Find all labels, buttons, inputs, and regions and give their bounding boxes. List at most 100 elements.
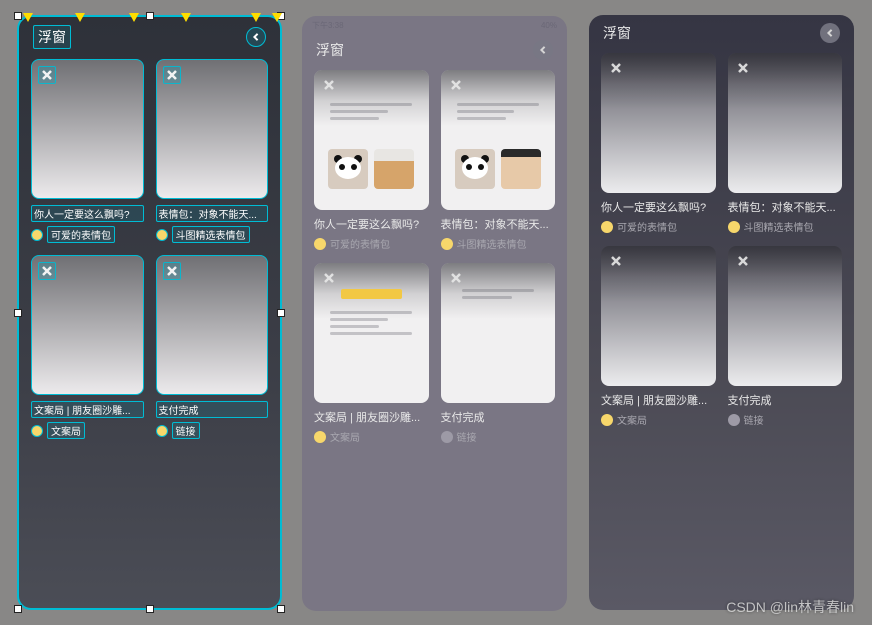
card-title: 文案局 | 朋友圈沙雕... (601, 392, 716, 408)
source-icon (31, 229, 43, 241)
card-title: 支付完成 (728, 392, 843, 408)
float-card[interactable]: 文案局 | 朋友圈沙雕... 文案局 (601, 246, 716, 427)
card-thumbnail (601, 246, 716, 386)
back-button[interactable] (246, 27, 266, 47)
selection-handle[interactable] (146, 12, 154, 20)
card-subtitle: 链接 (744, 412, 764, 427)
panel-render: 浮窗 你人一定要这么飘吗? 可爱的表情包 表情包：对象不能天... 斗图精选表情… (589, 15, 854, 610)
preview-image (455, 149, 495, 189)
card-title: 你人一定要这么飘吗? (31, 205, 144, 222)
close-button[interactable] (163, 66, 181, 84)
card-title: 你人一定要这么飘吗? (314, 216, 429, 232)
panel-mockup: 下午3:38 40% 浮窗 你人一定要这么飘吗? 可爱的表情包 (302, 16, 567, 611)
selection-handle[interactable] (14, 309, 22, 317)
selection-handle[interactable] (14, 12, 22, 20)
spec-marker (23, 13, 33, 22)
card-thumbnail (314, 70, 429, 210)
status-time: 下午3:38 (312, 20, 344, 31)
source-icon (601, 414, 613, 426)
close-icon (451, 273, 461, 283)
card-grid: 你人一定要这么飘吗? 可爱的表情包 表情包：对象不能天... 斗图精选表情包 文… (589, 53, 854, 427)
close-button[interactable] (320, 76, 338, 94)
card-thumbnail (728, 53, 843, 193)
card-subtitle-row: 可爱的表情包 (314, 236, 429, 251)
card-subtitle-row: 文案局 (601, 412, 716, 427)
card-title: 表情包：对象不能天... (441, 216, 556, 232)
source-icon (156, 425, 168, 437)
close-icon (324, 80, 334, 90)
close-button[interactable] (734, 252, 752, 270)
close-button[interactable] (163, 262, 181, 280)
spec-marker (181, 13, 191, 22)
float-card[interactable]: 你人一定要这么飘吗? 可爱的表情包 (314, 70, 429, 251)
status-bar: 下午3:38 40% (302, 16, 567, 32)
close-button[interactable] (607, 59, 625, 77)
source-icon (441, 238, 453, 250)
status-battery: 40% (541, 21, 557, 30)
source-icon (314, 238, 326, 250)
card-subtitle: 可爱的表情包 (617, 219, 677, 234)
card-subtitle-row: 斗图精选表情包 (441, 236, 556, 251)
panel-header: 浮窗 (19, 17, 280, 59)
source-icon (728, 414, 740, 426)
float-card[interactable]: 你人一定要这么飘吗? 可爱的表情包 (31, 59, 144, 243)
selection-handle[interactable] (277, 309, 285, 317)
card-subtitle-row: 斗图精选表情包 (728, 219, 843, 234)
close-button[interactable] (607, 252, 625, 270)
selection-handle[interactable] (277, 605, 285, 613)
close-button[interactable] (38, 262, 56, 280)
back-button[interactable] (533, 40, 553, 60)
card-title: 支付完成 (441, 409, 556, 425)
card-subtitle-row: 文案局 (31, 422, 144, 439)
card-subtitle-row: 可爱的表情包 (601, 219, 716, 234)
close-icon (167, 266, 177, 276)
panel-header: 浮窗 (589, 15, 854, 53)
card-title: 文案局 | 朋友圈沙雕... (31, 401, 144, 418)
card-subtitle-row: 可爱的表情包 (31, 226, 144, 243)
chevron-left-icon (539, 46, 547, 54)
source-icon (314, 431, 326, 443)
close-button[interactable] (38, 66, 56, 84)
selection-handle[interactable] (146, 605, 154, 613)
card-title: 表情包：对象不能天... (156, 205, 269, 222)
close-icon (42, 266, 52, 276)
float-card[interactable]: 支付完成 链接 (441, 263, 556, 444)
close-button[interactable] (320, 269, 338, 287)
selection-handle[interactable] (14, 605, 22, 613)
close-button[interactable] (447, 76, 465, 94)
close-icon (324, 273, 334, 283)
float-card[interactable]: 文案局 | 朋友圈沙雕... 文案局 (314, 263, 429, 444)
chevron-left-icon (252, 33, 260, 41)
float-card[interactable]: 表情包：对象不能天... 斗图精选表情包 (728, 53, 843, 234)
close-button[interactable] (447, 269, 465, 287)
float-card[interactable]: 支付完成 链接 (156, 255, 269, 439)
float-card[interactable]: 你人一定要这么飘吗? 可爱的表情包 (601, 53, 716, 234)
card-subtitle: 斗图精选表情包 (457, 236, 527, 251)
float-card[interactable]: 表情包：对象不能天... 斗图精选表情包 (156, 59, 269, 243)
panel-title: 浮窗 (603, 23, 631, 43)
close-icon (42, 70, 52, 80)
back-button[interactable] (820, 23, 840, 43)
card-thumbnail (156, 59, 269, 199)
spec-marker (75, 13, 85, 22)
float-card[interactable]: 支付完成 链接 (728, 246, 843, 427)
card-subtitle: 链接 (172, 422, 200, 439)
card-subtitle: 斗图精选表情包 (744, 219, 814, 234)
card-thumbnail (601, 53, 716, 193)
card-subtitle: 文案局 (47, 422, 85, 439)
float-card[interactable]: 文案局 | 朋友圈沙雕... 文案局 (31, 255, 144, 439)
card-subtitle-row: 链接 (441, 429, 556, 444)
close-icon (611, 63, 621, 73)
panel-title: 浮窗 (316, 40, 344, 60)
float-card[interactable]: 表情包：对象不能天... 斗图精选表情包 (441, 70, 556, 251)
close-button[interactable] (734, 59, 752, 77)
card-subtitle: 文案局 (617, 412, 647, 427)
card-thumbnail (728, 246, 843, 386)
spec-marker (129, 13, 139, 22)
source-icon (441, 431, 453, 443)
panel-spec: 浮窗 你人一定要这么飘吗? 可爱的表情包 表情包：对象不能天.. (17, 15, 282, 610)
source-icon (728, 221, 740, 233)
close-icon (611, 256, 621, 266)
chevron-left-icon (826, 29, 834, 37)
card-thumbnail (441, 263, 556, 403)
